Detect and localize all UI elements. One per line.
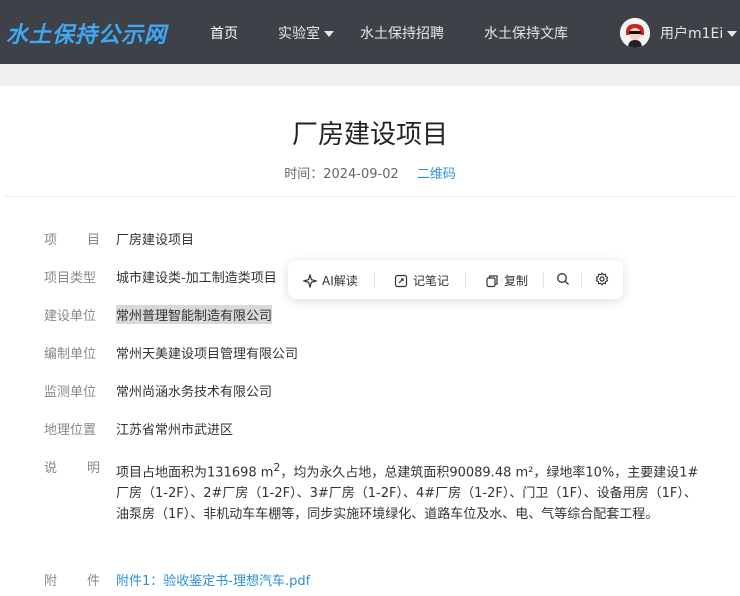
user-avatar-icon bbox=[620, 18, 650, 48]
gear-icon bbox=[595, 272, 609, 286]
desc-part: 项目占地面积为131698 m bbox=[116, 465, 274, 481]
site-logo[interactable]: 水土保持公示网 bbox=[6, 17, 167, 49]
take-note-button[interactable]: 记笔记 bbox=[394, 272, 449, 289]
nav-lab-label: 实验室 bbox=[278, 26, 320, 42]
copy-button[interactable]: 复制 bbox=[485, 272, 528, 289]
label-char: 明 bbox=[86, 461, 100, 476]
subheader-band bbox=[0, 64, 740, 86]
article-meta: 时间：2024-09-02 二维码 bbox=[0, 163, 740, 182]
sparkle-icon bbox=[303, 273, 317, 288]
settings-button[interactable] bbox=[595, 272, 614, 286]
field-value: 常州天美建设项目管理有限公司 bbox=[116, 347, 299, 362]
field-value: 江苏省常州市武进区 bbox=[116, 423, 234, 438]
field-value: 厂房建设项目 bbox=[116, 233, 195, 248]
nav-library[interactable]: 水土保持文库 bbox=[484, 23, 568, 43]
ai-explain-label: AI解读 bbox=[322, 274, 358, 288]
time-label: 时间： bbox=[284, 167, 324, 182]
label-char: 项 bbox=[44, 233, 58, 248]
search-icon bbox=[557, 273, 569, 285]
publish-date: 2024-09-02 bbox=[323, 167, 399, 182]
field-label: 项目类型 bbox=[44, 271, 97, 286]
field-label: 建设单位 bbox=[44, 309, 97, 324]
nav-recruitment[interactable]: 水土保持招聘 bbox=[360, 23, 444, 43]
chevron-down-icon bbox=[324, 31, 334, 37]
attachment-link[interactable]: 附件1：验收鉴定书-理想汽车.pdf bbox=[116, 570, 310, 589]
avatar[interactable] bbox=[620, 18, 650, 48]
take-note-label: 记笔记 bbox=[413, 274, 450, 288]
ai-explain-button[interactable]: AI解读 bbox=[303, 272, 358, 289]
nav-home[interactable]: 首页 bbox=[210, 23, 238, 43]
divider bbox=[4, 196, 736, 197]
field-label: 监测单位 bbox=[44, 385, 97, 400]
toolbar-separator bbox=[465, 273, 466, 287]
field-value: 城市建设类-加工制造类项目 bbox=[116, 271, 277, 286]
page-title: 厂房建设项目 bbox=[291, 120, 448, 150]
description-text: 项目占地面积为131698 m2，均为永久占地，总建筑面积90089.48 m²… bbox=[116, 457, 708, 525]
selection-toolbar: AI解读 记笔记 复制 bbox=[288, 260, 623, 299]
note-edit-icon bbox=[394, 274, 408, 287]
label-char: 目 bbox=[86, 233, 100, 248]
field-label: 附件 bbox=[44, 570, 100, 589]
field-label: 说明 bbox=[44, 457, 100, 476]
toolbar-separator bbox=[543, 273, 544, 287]
field-label: 项目 bbox=[44, 229, 100, 248]
field-value-selected[interactable]: 常州普理智能制造有限公司 bbox=[116, 305, 273, 324]
field-label: 编制单位 bbox=[44, 347, 97, 362]
search-button[interactable] bbox=[556, 272, 575, 286]
chevron-down-icon bbox=[727, 31, 738, 37]
top-navbar: 水土保持公示网 首页 实验室 水土保持招聘 水土保持文库 用户m1Ei bbox=[0, 0, 740, 64]
label-char: 件 bbox=[86, 574, 100, 589]
user-name: 用户m1Ei bbox=[660, 26, 724, 42]
toolbar-separator bbox=[374, 273, 375, 287]
field-value: 常州尚涵水务技术有限公司 bbox=[116, 385, 273, 400]
user-menu[interactable]: 用户m1Ei bbox=[660, 23, 738, 43]
nav-lab[interactable]: 实验室 bbox=[278, 23, 334, 43]
toolbar-separator bbox=[581, 273, 582, 287]
label-char: 附 bbox=[44, 574, 58, 589]
copy-label: 复制 bbox=[504, 274, 529, 288]
qr-code-link[interactable]: 二维码 bbox=[417, 167, 456, 182]
field-label: 地理位置 bbox=[44, 423, 97, 438]
copy-icon bbox=[486, 274, 498, 287]
label-char: 说 bbox=[44, 461, 58, 476]
